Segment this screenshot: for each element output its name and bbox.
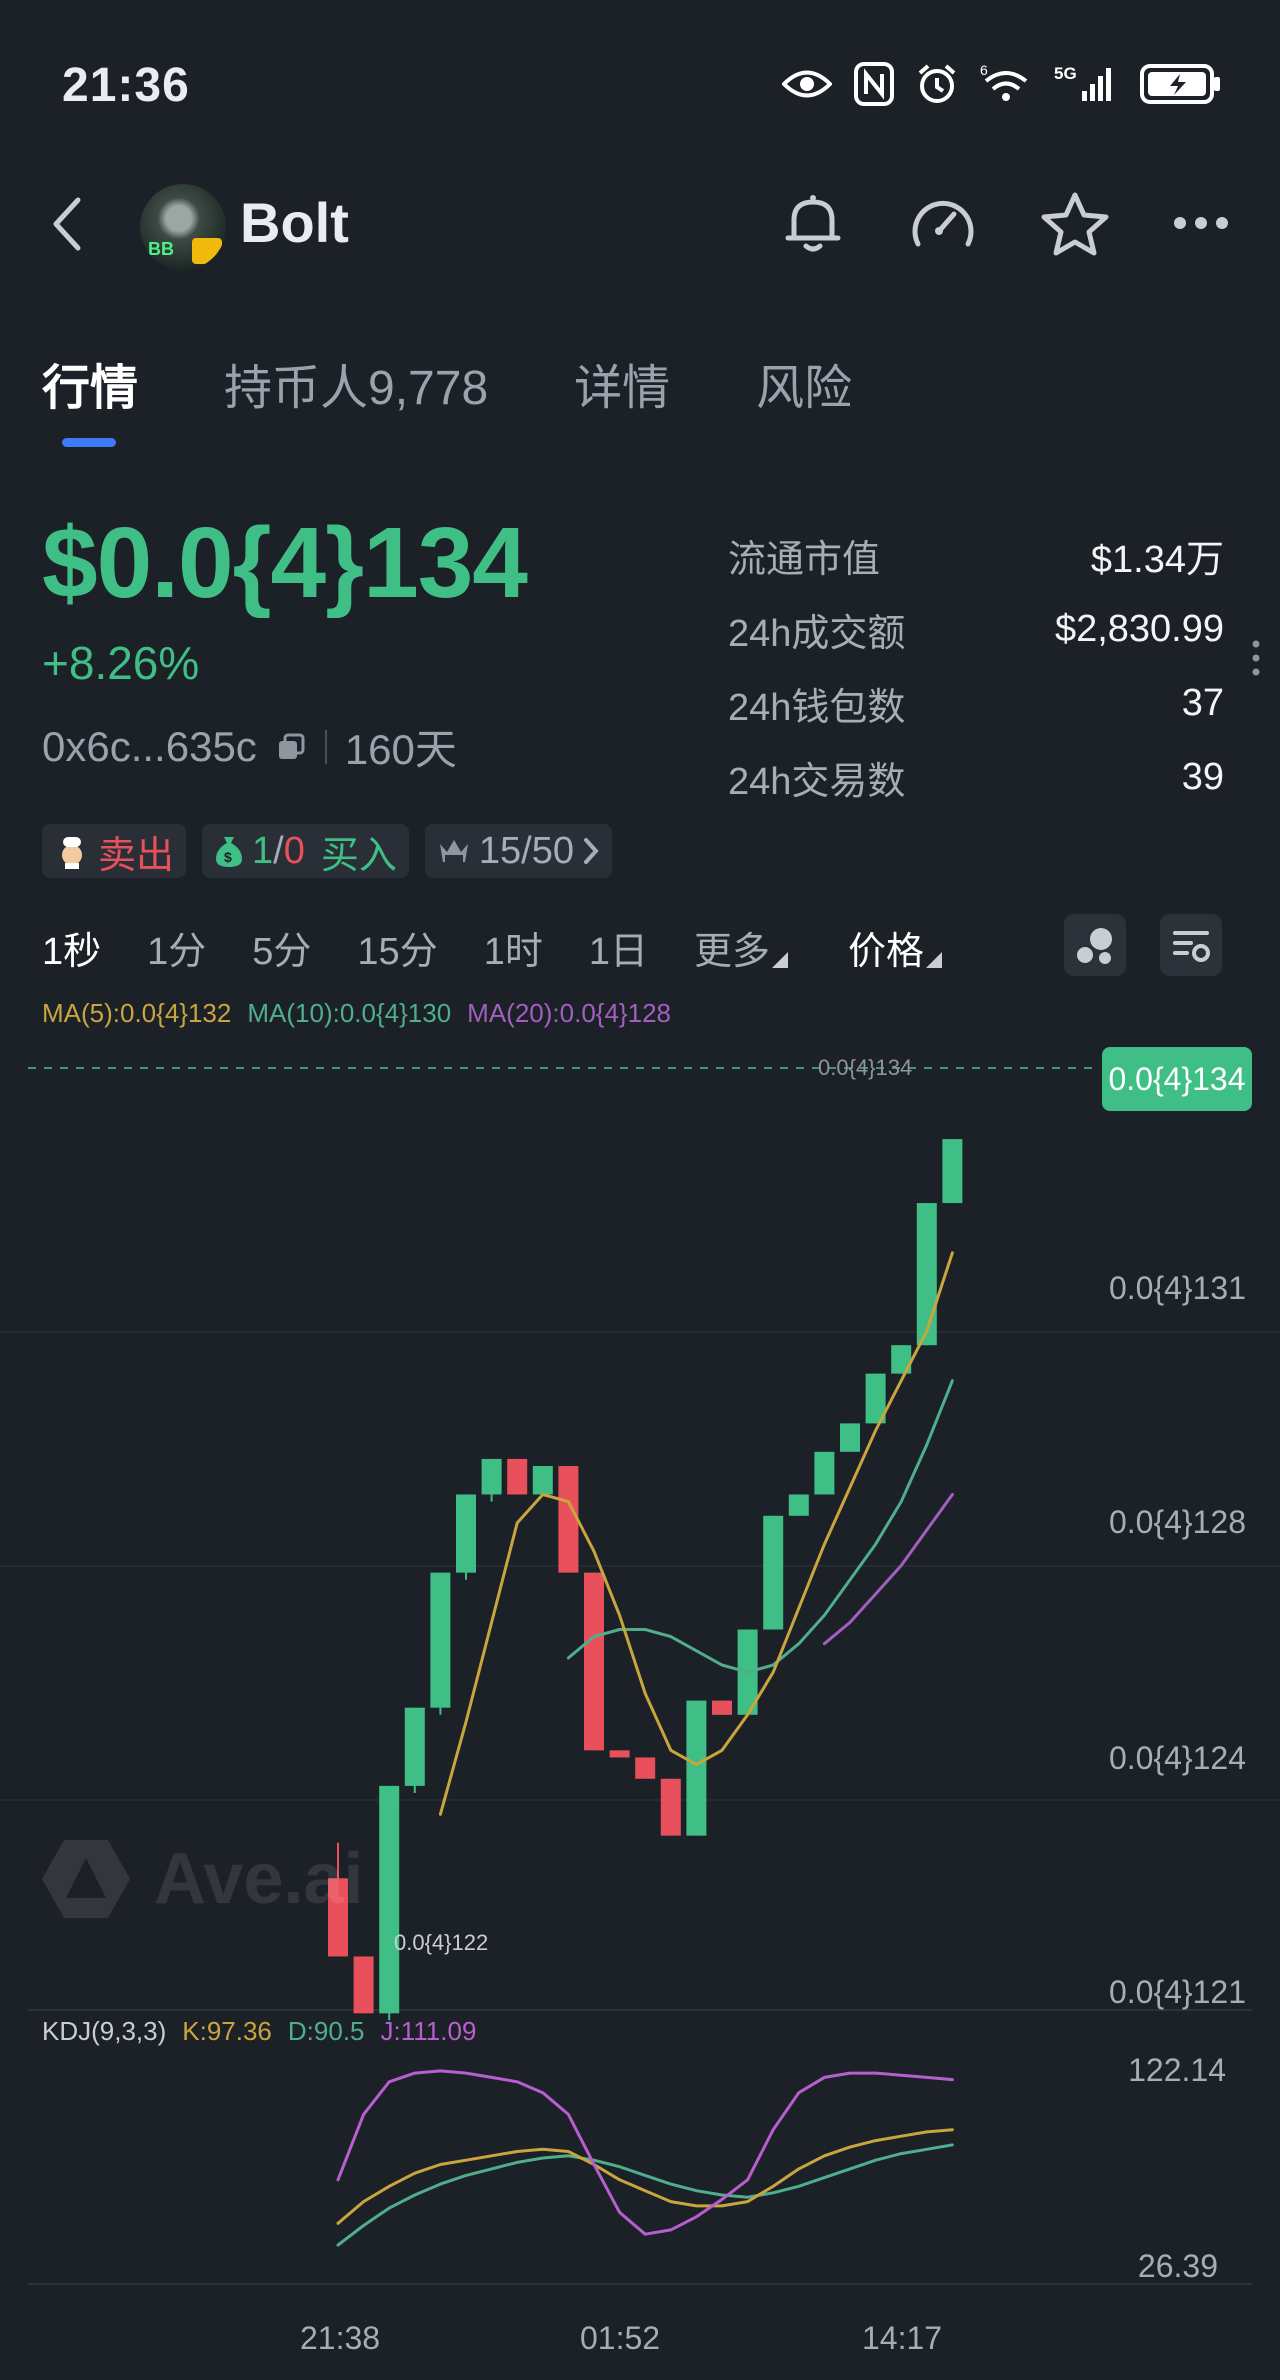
candle-body <box>481 1458 502 1495</box>
watermark: Ave.ai <box>40 1836 363 1922</box>
low-price-label: 0.0{4}122 <box>394 1930 489 1955</box>
x-axis-label: 21:38 <box>300 2320 381 2356</box>
y-axis-label: 0.0{4}128 <box>1108 1504 1246 1540</box>
kdj-d-line <box>336 2143 954 2247</box>
candle-body <box>404 1707 425 1786</box>
x-axis-label: 14:17 <box>862 2320 943 2356</box>
candle-body <box>916 1203 937 1346</box>
x-axis-label: 01:52 <box>580 2320 661 2356</box>
candle-body <box>686 1700 707 1836</box>
candle-body <box>635 1757 656 1779</box>
candle-body <box>788 1494 809 1516</box>
candle-body <box>814 1451 835 1495</box>
candle-body <box>840 1423 860 1452</box>
kdj-j-line <box>336 2069 954 2236</box>
current-price-tag: 0.0{4}134 <box>1102 1047 1252 1111</box>
candle-body <box>456 1494 476 1573</box>
candle-body <box>507 1458 528 1495</box>
kdj-name: KDJ(9,3,3) <box>42 2016 167 2046</box>
candle-body <box>584 1572 604 1751</box>
kdj-j-label: J:111.09 <box>380 2016 477 2046</box>
kdj-axis-max: 122.14 <box>1128 2052 1226 2088</box>
high-price-label: 0.0{4}134 <box>818 1055 913 1080</box>
candle-body <box>763 1515 784 1630</box>
ave-logo-icon <box>42 1840 130 1918</box>
kdj-legend: KDJ(9,3,3) K:97.36 D:90.5 J:111.09 <box>42 2016 476 2047</box>
kdj-axis-min: 26.39 <box>1137 2248 1218 2284</box>
candle-body <box>558 1466 579 1573</box>
candle-body <box>942 1139 963 1204</box>
candle-body <box>430 1572 451 1708</box>
kdj-d-label: D:90.5 <box>287 2016 365 2046</box>
ma10-line <box>566 1379 954 1674</box>
candle-body <box>353 1956 374 2014</box>
y-axis-label: 0.0{4}131 <box>1108 1270 1246 1306</box>
y-axis-label: 0.0{4}124 <box>1108 1740 1246 1776</box>
watermark-text: Ave.ai <box>154 1839 364 1919</box>
y-axis-label: 0.0{4}121 <box>1108 1974 1246 2010</box>
candle-body <box>712 1700 732 1715</box>
ma20-line <box>822 1493 954 1646</box>
candle-body <box>379 1785 400 2014</box>
candle-body <box>660 1778 681 1836</box>
candle-body <box>609 1750 630 1758</box>
kdj-k-label: K:97.36 <box>182 2016 272 2046</box>
candle-body <box>532 1466 553 1495</box>
